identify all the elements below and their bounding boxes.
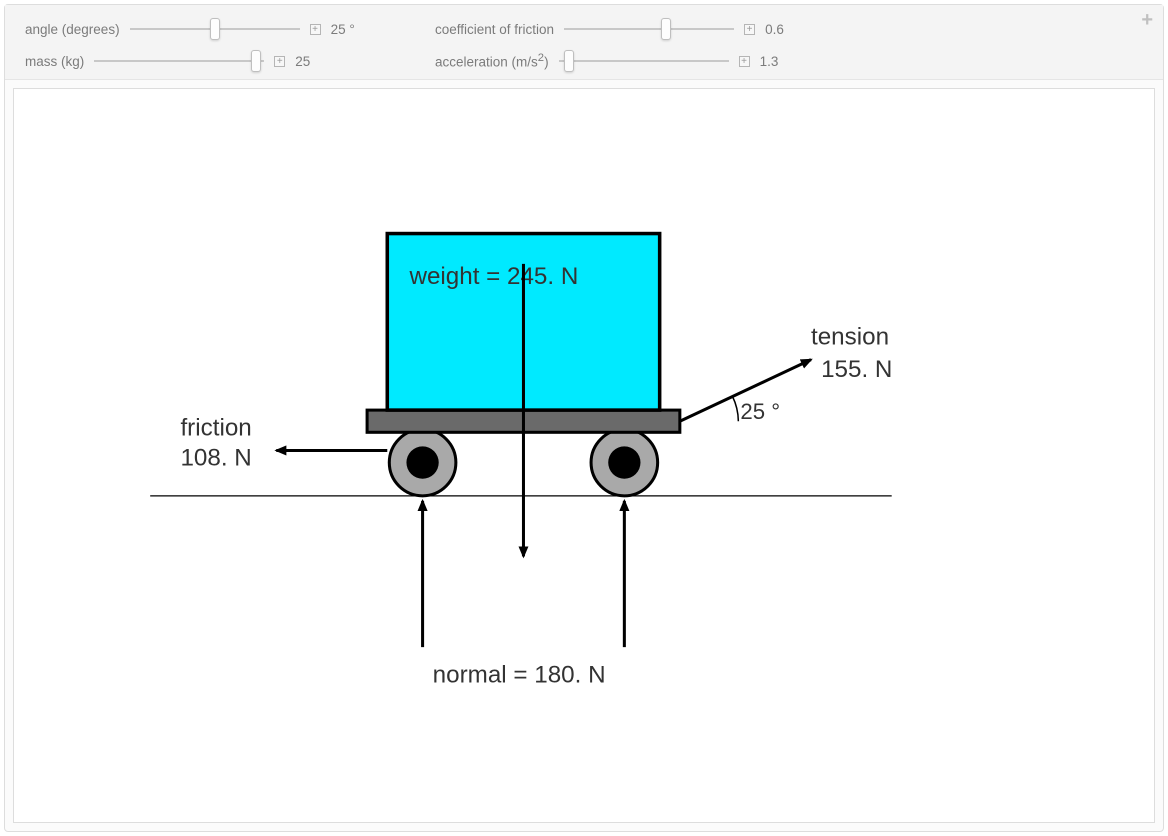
diagram-area: weight = 245. N normal = 180. N friction… bbox=[5, 80, 1163, 831]
slider-thumb[interactable] bbox=[564, 50, 574, 72]
weight-text: weight = 245. N bbox=[408, 263, 578, 290]
accel-value: 1.3 bbox=[760, 54, 795, 69]
mass-value: 25 bbox=[295, 54, 330, 69]
friction-text-1: friction bbox=[180, 414, 251, 441]
app-window: + angle (degrees) + 25 ° coefficient of … bbox=[4, 4, 1164, 832]
mass-label: mass (kg) bbox=[25, 54, 84, 69]
angle-slider[interactable] bbox=[130, 19, 300, 39]
normal-text: normal = 180. N bbox=[433, 661, 606, 688]
expand-icon[interactable]: + bbox=[274, 56, 285, 67]
slider-track bbox=[564, 28, 734, 30]
tension-text-2: 155. N bbox=[821, 356, 892, 383]
slider-track bbox=[559, 60, 729, 62]
angle-control: angle (degrees) + 25 ° bbox=[25, 19, 425, 39]
expand-icon[interactable]: + bbox=[739, 56, 750, 67]
angle-text: 25 ° bbox=[740, 399, 780, 424]
slider-thumb[interactable] bbox=[251, 50, 261, 72]
angle-label: angle (degrees) bbox=[25, 22, 120, 37]
slider-track bbox=[94, 60, 264, 62]
friction-label: coefficient of friction bbox=[435, 22, 554, 37]
mass-control: mass (kg) + 25 bbox=[25, 51, 425, 71]
slider-thumb[interactable] bbox=[661, 18, 671, 40]
friction-value: 0.6 bbox=[765, 22, 800, 37]
slider-thumb[interactable] bbox=[210, 18, 220, 40]
expand-icon[interactable]: + bbox=[310, 24, 321, 35]
force-diagram-svg: weight = 245. N normal = 180. N friction… bbox=[14, 89, 1154, 822]
wheel-right bbox=[591, 429, 658, 496]
expand-icon[interactable]: + bbox=[744, 24, 755, 35]
diagram-canvas: weight = 245. N normal = 180. N friction… bbox=[13, 88, 1155, 823]
wheel-left bbox=[389, 429, 456, 496]
friction-text-2: 108. N bbox=[180, 445, 251, 472]
accel-label: acceleration (m/s2) bbox=[435, 52, 549, 70]
friction-control: coefficient of friction + 0.6 bbox=[435, 19, 955, 39]
tension-text-1: tension bbox=[811, 324, 889, 351]
accel-control: acceleration (m/s2) + 1.3 bbox=[435, 51, 955, 71]
plus-glyph: + bbox=[1141, 9, 1153, 31]
angle-value: 25 ° bbox=[331, 22, 366, 37]
angle-arc bbox=[732, 396, 738, 421]
friction-slider[interactable] bbox=[564, 19, 734, 39]
add-control-icon[interactable]: + bbox=[1141, 11, 1153, 29]
mass-slider[interactable] bbox=[94, 51, 264, 71]
accel-slider[interactable] bbox=[559, 51, 729, 71]
controls-panel: angle (degrees) + 25 ° coefficient of fr… bbox=[5, 5, 1163, 80]
